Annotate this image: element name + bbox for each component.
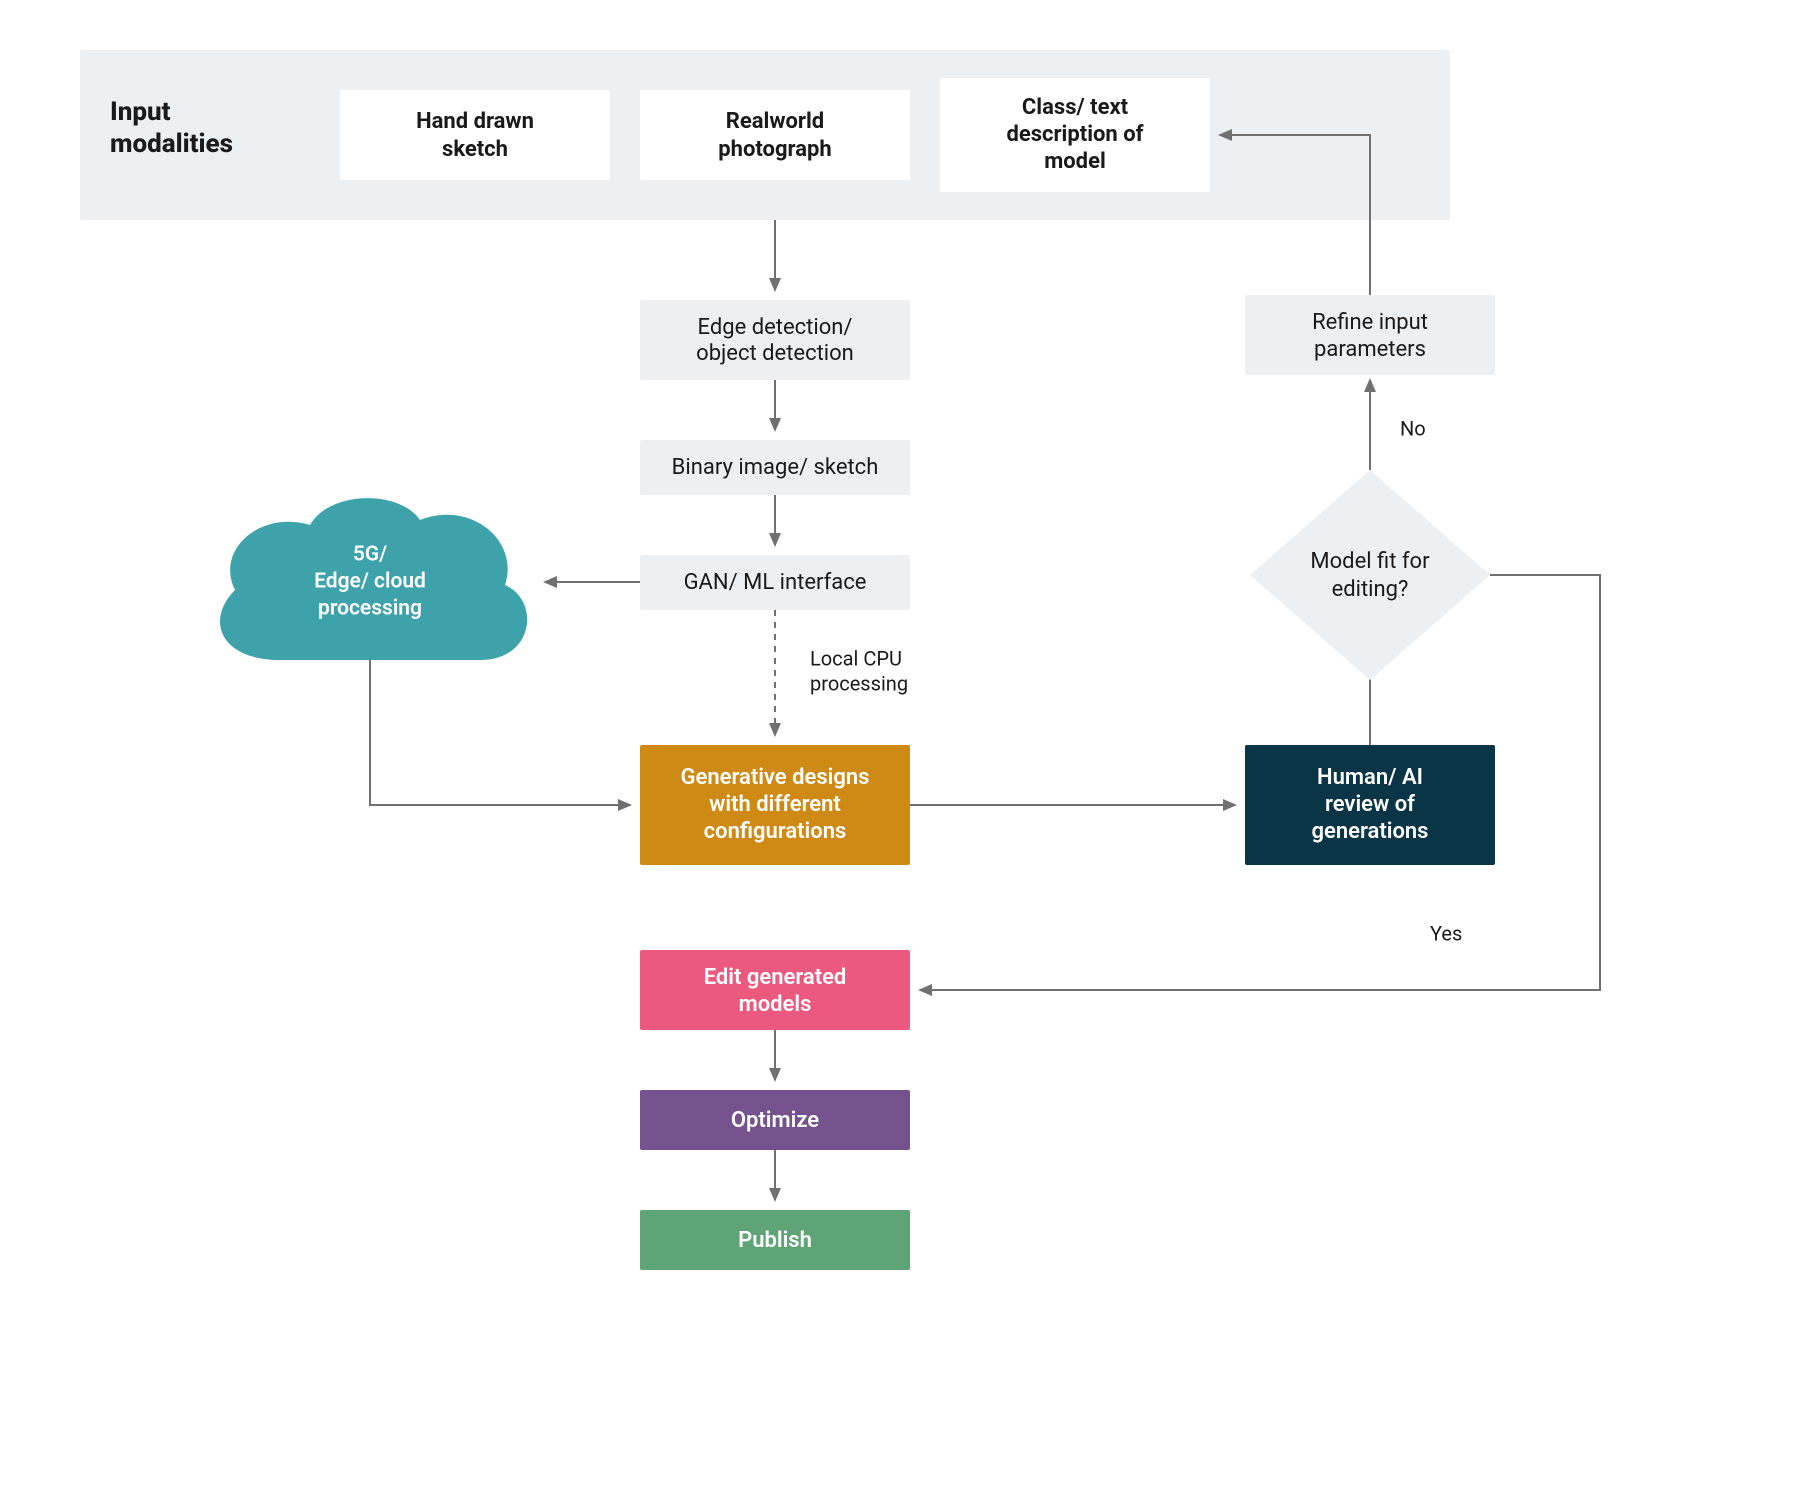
svg-text:Generative designs: Generative designs: [681, 765, 870, 790]
arrow-cloud-to-generative: [370, 660, 630, 805]
node-binary-image: Binary image/ sketch: [640, 440, 910, 495]
svg-text:Hand drawn: Hand drawn: [416, 109, 534, 134]
svg-text:Edge detection/: Edge detection/: [698, 315, 853, 340]
svg-text:photograph: photograph: [718, 137, 831, 162]
svg-text:Edit generated: Edit generated: [704, 965, 847, 990]
svg-text:with different: with different: [709, 792, 841, 817]
svg-text:review of: review of: [1325, 792, 1415, 817]
node-cloud-processing: 5G/ Edge/ cloud processing: [220, 498, 527, 660]
svg-text:Model fit for: Model fit for: [1310, 549, 1430, 574]
header-title-line2: modalities: [110, 129, 233, 159]
svg-text:Human/ AI: Human/ AI: [1317, 765, 1423, 790]
svg-text:configurations: configurations: [704, 819, 847, 844]
label-yes: Yes: [1430, 921, 1462, 945]
svg-text:description of: description of: [1006, 122, 1143, 147]
svg-text:Class/ text: Class/ text: [1022, 95, 1129, 120]
node-publish: Publish: [640, 1210, 910, 1270]
svg-text:model: model: [1044, 149, 1106, 174]
input-hand-drawn-sketch: Hand drawn sketch: [340, 90, 610, 180]
header-title-line1: Input: [110, 97, 171, 127]
svg-text:generations: generations: [1312, 819, 1429, 844]
input-realworld-photograph: Realworld photograph: [640, 90, 910, 180]
node-decision-fit: Model fit for editing?: [1250, 470, 1490, 680]
svg-text:5G/: 5G/: [353, 543, 387, 567]
node-human-ai-review: Human/ AI review of generations: [1245, 745, 1495, 865]
label-local-cpu-l2: processing: [810, 671, 908, 695]
node-edit-generated-models: Edit generated models: [640, 950, 910, 1030]
node-generative-designs: Generative designs with different config…: [640, 745, 910, 865]
svg-text:Optimize: Optimize: [731, 1108, 819, 1133]
node-optimize: Optimize: [640, 1090, 910, 1150]
svg-text:object detection: object detection: [696, 341, 854, 366]
svg-text:GAN/ ML interface: GAN/ ML interface: [684, 570, 867, 595]
svg-text:editing?: editing?: [1332, 577, 1409, 602]
svg-text:Refine input: Refine input: [1312, 310, 1428, 335]
node-refine-input: Refine input parameters: [1245, 295, 1495, 375]
input-class-text-description: Class/ text description of model: [940, 78, 1210, 192]
svg-text:models: models: [739, 992, 812, 1017]
svg-text:sketch: sketch: [442, 137, 508, 162]
node-edge-detection: Edge detection/ object detection: [640, 300, 910, 380]
svg-text:Realworld: Realworld: [726, 109, 824, 134]
svg-text:Publish: Publish: [738, 1228, 812, 1253]
svg-text:processing: processing: [318, 597, 422, 621]
label-no: No: [1400, 416, 1426, 440]
node-gan-ml-interface: GAN/ ML interface: [640, 555, 910, 610]
flowchart-diagram: Input modalities Hand drawn sketch Realw…: [0, 0, 1800, 1500]
svg-text:Edge/ cloud: Edge/ cloud: [314, 570, 426, 594]
svg-text:Binary image/ sketch: Binary image/ sketch: [672, 455, 879, 480]
svg-text:parameters: parameters: [1314, 337, 1426, 362]
label-local-cpu-l1: Local CPU: [810, 646, 902, 670]
